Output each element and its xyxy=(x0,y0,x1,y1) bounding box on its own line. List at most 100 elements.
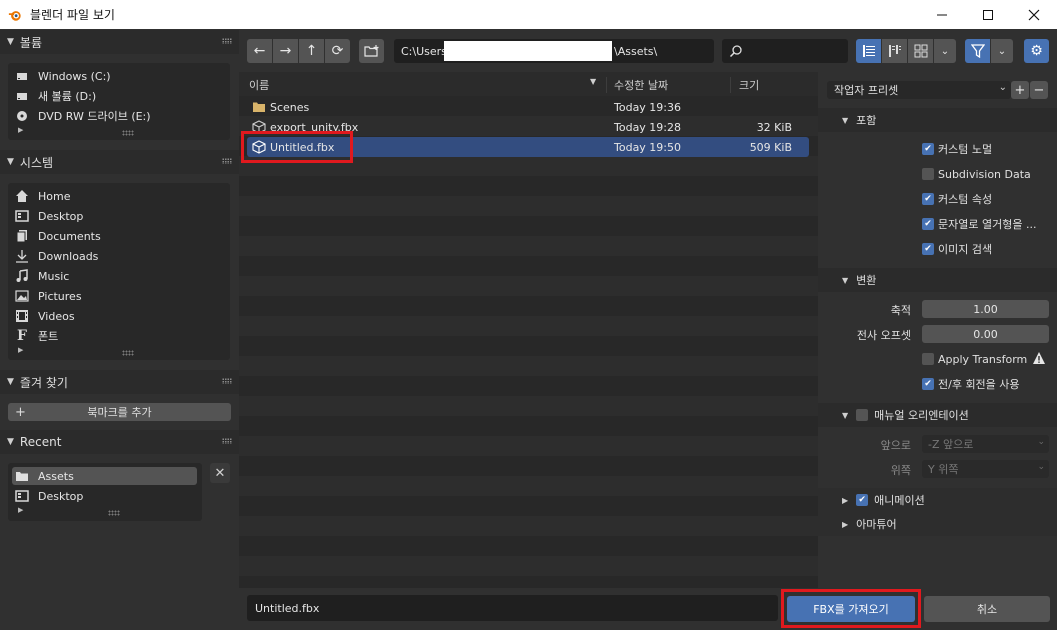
redacted-username xyxy=(444,41,612,61)
window-title: 블렌더 파일 보기 xyxy=(30,8,115,22)
custom-normals-checkbox[interactable]: ✔ 커스텀 노멀 xyxy=(922,140,992,158)
sidebar-item-desktop[interactable]: Desktop xyxy=(14,206,83,226)
vertical-list-view-button[interactable] xyxy=(856,39,881,63)
horizontal-list-view-button[interactable] xyxy=(882,39,907,63)
drag-grip-icon[interactable] xyxy=(222,438,232,444)
cancel-button[interactable]: 취소 xyxy=(924,596,1050,622)
sidebar-item-fonts[interactable]: F 폰트 xyxy=(14,326,58,346)
column-divider[interactable] xyxy=(730,77,731,93)
sidebar-item-pictures[interactable]: Pictures xyxy=(14,286,82,306)
add-preset-button[interactable]: + xyxy=(1011,81,1029,99)
sidebar-item-videos[interactable]: Videos xyxy=(14,306,75,326)
drag-grip-icon[interactable] xyxy=(222,378,232,384)
forward-axis-dropdown[interactable]: -Z 앞으로 ⌄ xyxy=(922,435,1049,453)
column-divider[interactable] xyxy=(606,77,607,93)
gear-icon: ⚙ xyxy=(1030,43,1043,59)
resize-grip-icon[interactable] xyxy=(122,130,134,136)
sort-descending-icon[interactable]: ▼ xyxy=(590,77,596,86)
sidebar-item-label: 새 볼륨 (D:) xyxy=(38,90,97,103)
scale-field[interactable]: 1.00 xyxy=(922,300,1049,318)
search-icon xyxy=(729,45,742,58)
image-search-checkbox[interactable]: ✔ 이미지 검색 xyxy=(922,240,992,258)
system-panel-header[interactable]: ▼ 시스템 xyxy=(0,150,239,174)
apply-transform-checkbox[interactable]: Apply Transform xyxy=(922,350,1027,368)
search-input[interactable] xyxy=(722,39,848,63)
recent-item-assets[interactable]: Assets xyxy=(14,466,74,486)
sidebar-item-label: Pictures xyxy=(38,289,82,303)
favorites-panel-header[interactable]: ▼ 즐겨 찾기 xyxy=(0,370,239,394)
thumbnails-view-button[interactable] xyxy=(908,39,933,63)
remove-preset-button[interactable]: − xyxy=(1030,81,1048,99)
recent-panel-header[interactable]: ▼ Recent xyxy=(0,430,239,454)
filename-input[interactable]: Untitled.fbx xyxy=(247,595,778,621)
column-size-header[interactable]: 크기 xyxy=(739,77,759,93)
maximize-button[interactable] xyxy=(965,0,1011,29)
file-row-scenes[interactable]: Scenes Today 19:36 xyxy=(247,97,809,117)
home-icon xyxy=(14,188,30,204)
collapse-arrow-icon: ▼ xyxy=(7,37,14,47)
close-button[interactable] xyxy=(1011,0,1057,29)
recent-item-desktop[interactable]: Desktop xyxy=(14,486,83,506)
checkbox-unchecked-icon xyxy=(922,353,934,365)
remove-recent-button[interactable]: ✕ xyxy=(210,463,230,483)
forward-button[interactable]: → xyxy=(273,39,298,63)
font-icon: F xyxy=(17,328,27,344)
subdivision-data-checkbox[interactable]: Subdivision Data xyxy=(922,165,1031,183)
volumes-panel-header[interactable]: ▼ 볼륨 xyxy=(0,30,239,54)
animation-section-header[interactable]: ▶ ✔ 애니메이션 xyxy=(818,488,1057,512)
filter-toggle-button[interactable] xyxy=(965,39,990,63)
enum-as-string-checkbox[interactable]: ✔ 문자열로 열거형을 ... xyxy=(922,215,1036,233)
refresh-button[interactable]: ⟳ xyxy=(325,39,350,63)
filter-dropdown[interactable]: ⌄ xyxy=(991,39,1013,63)
expand-arrow-icon[interactable]: ▶ xyxy=(18,506,23,514)
back-button[interactable]: ← xyxy=(247,39,272,63)
sidebar-item-music[interactable]: Music xyxy=(14,266,69,286)
plus-icon: + xyxy=(15,404,26,420)
file-date: Today 19:50 xyxy=(614,141,682,154)
drag-grip-icon[interactable] xyxy=(222,158,232,164)
sidebar-item-home[interactable]: Home xyxy=(14,186,70,206)
expand-arrow-icon: ▶ xyxy=(842,519,849,529)
arrow-up-icon: ↑ xyxy=(305,43,318,59)
checkbox-checked-icon[interactable]: ✔ xyxy=(856,494,869,506)
sidebar-item-drive-d[interactable]: 새 볼륨 (D:) xyxy=(14,86,96,106)
collapse-arrow-icon: ▼ xyxy=(7,377,14,387)
transform-section-header[interactable]: ▼ 변환 xyxy=(818,268,1057,292)
armature-section-header[interactable]: ▶ 아마튜어 xyxy=(818,512,1057,536)
custom-properties-checkbox[interactable]: ✔ 커스텀 속성 xyxy=(922,190,992,208)
operator-preset-dropdown[interactable]: 작업자 프리셋 ⌄ xyxy=(827,81,1011,99)
download-icon xyxy=(14,248,30,264)
up-axis-dropdown[interactable]: Y 위쪽 ⌄ xyxy=(922,460,1049,478)
column-name-header[interactable]: 이름 xyxy=(249,77,269,93)
sidebar-item-documents[interactable]: Documents xyxy=(14,226,101,246)
checkbox-checked-icon: ✔ xyxy=(922,243,934,255)
file-list: 이름 ▼ 수정한 날짜 크기 Scenes Today 19:36 export… xyxy=(239,72,818,588)
new-folder-button[interactable] xyxy=(359,39,384,63)
expand-arrow-icon[interactable]: ▶ xyxy=(18,126,23,134)
resize-grip-icon[interactable] xyxy=(108,510,120,516)
column-date-header[interactable]: 수정한 날짜 xyxy=(614,77,668,93)
sidebar-item-drive-c[interactable]: Windows (C:) xyxy=(14,66,111,86)
sidebar-item-downloads[interactable]: Downloads xyxy=(14,246,98,266)
sidebar: ▼ 볼륨 Windows (C:) 새 볼륨 (D:) DVD RW 드라이브 … xyxy=(0,29,239,630)
options-toggle-button[interactable]: ⚙ xyxy=(1024,39,1049,63)
path-suffix: \Assets\ xyxy=(614,45,658,58)
drag-grip-icon[interactable] xyxy=(222,38,232,44)
minimize-icon xyxy=(937,14,947,15)
up-label: 위쪽 xyxy=(890,464,911,477)
collapse-arrow-icon: ▼ xyxy=(842,410,849,420)
resize-grip-icon[interactable] xyxy=(122,350,134,356)
display-mode-dropdown[interactable]: ⌄ xyxy=(934,39,956,63)
expand-arrow-icon[interactable]: ▶ xyxy=(18,346,23,354)
offset-field[interactable]: 0.00 xyxy=(922,325,1049,343)
directory-path-input[interactable]: C:\Users\ \Assets\ xyxy=(394,39,714,63)
manual-orientation-section-header[interactable]: ▼ 매뉴얼 오리엔테이션 xyxy=(818,403,1057,427)
sidebar-item-drive-e[interactable]: DVD RW 드라이브 (E:) xyxy=(14,106,151,126)
prepost-rotation-checkbox[interactable]: ✔ 전/후 회전을 사용 xyxy=(922,375,1020,393)
checkbox-unchecked-icon[interactable] xyxy=(856,409,869,421)
parent-directory-button[interactable]: ↑ xyxy=(299,39,324,63)
include-section-header[interactable]: ▼ 포함 xyxy=(818,108,1057,132)
add-bookmark-button[interactable]: + 북마크를 추가 xyxy=(8,403,231,421)
minimize-button[interactable] xyxy=(919,0,965,29)
maximize-icon xyxy=(983,9,993,20)
